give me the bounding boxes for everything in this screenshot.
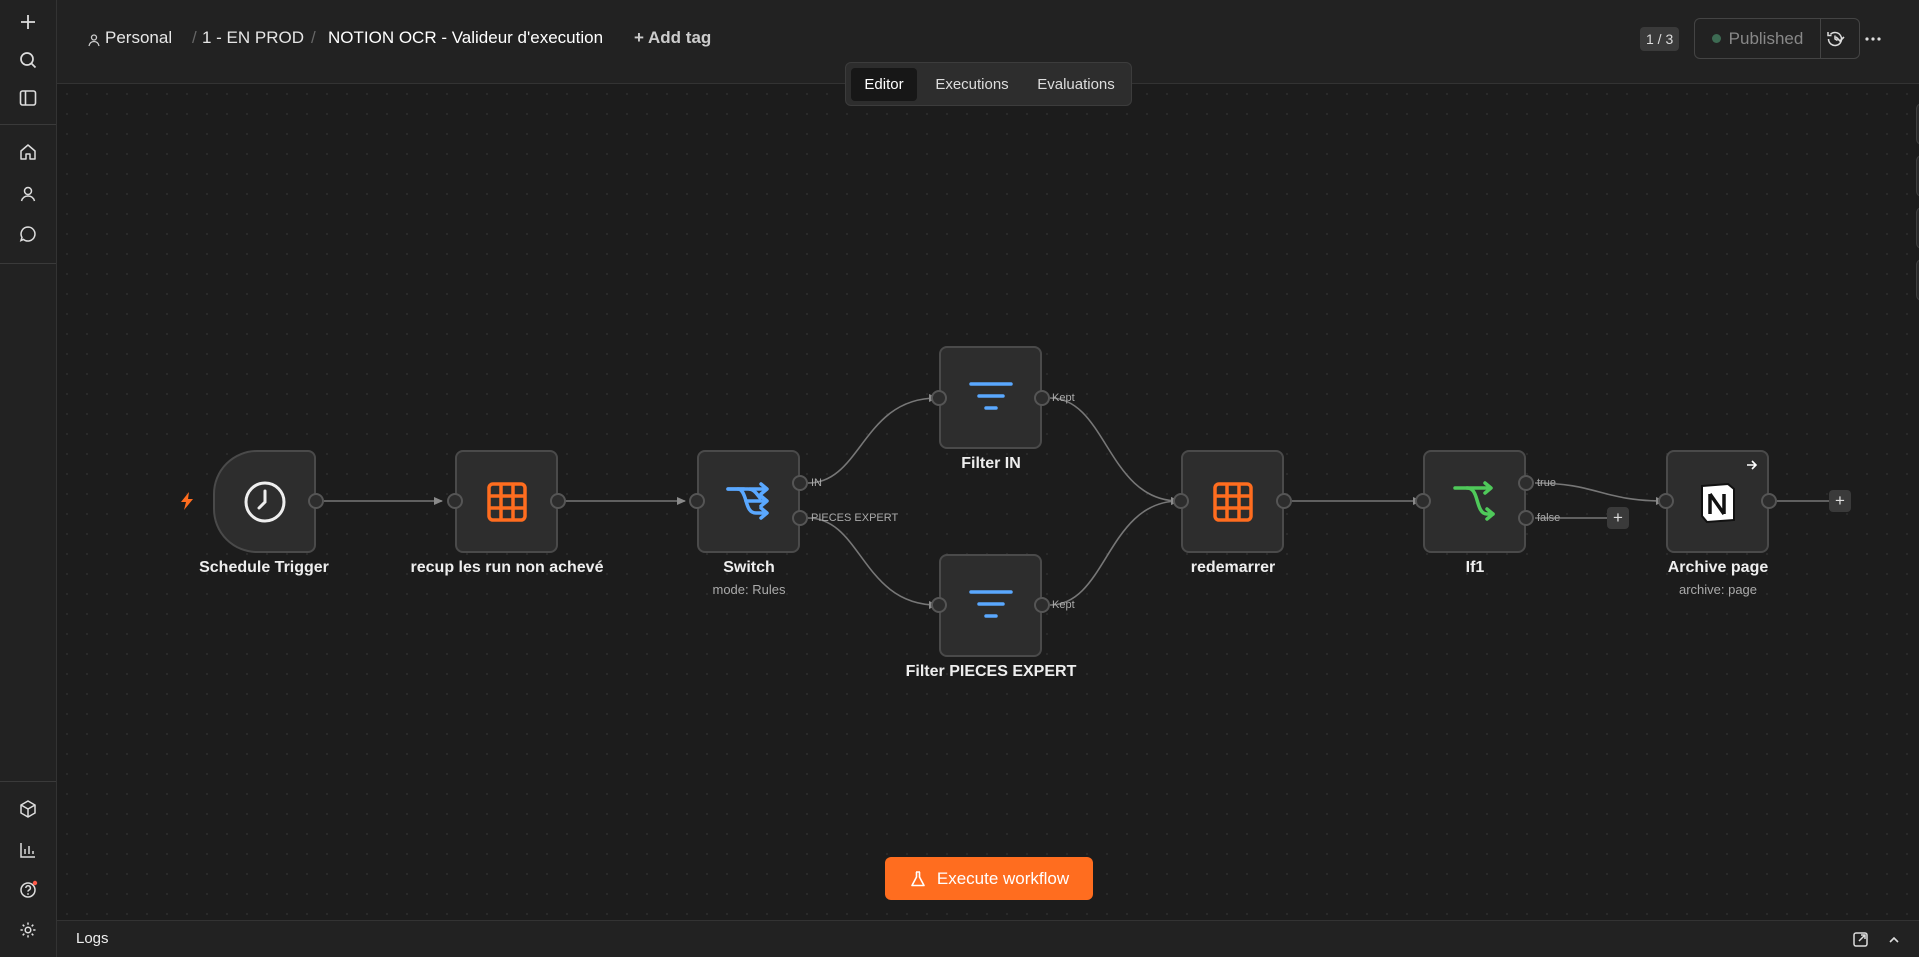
clock-icon bbox=[244, 481, 285, 522]
output-handle[interactable] bbox=[550, 493, 566, 509]
published-button[interactable]: Published bbox=[1695, 19, 1821, 58]
node-label: Archive page bbox=[1667, 559, 1769, 576]
connection-filter-in-redemarrer bbox=[1049, 397, 1180, 505]
connections bbox=[324, 394, 1830, 609]
output-handle-pieces-expert[interactable] bbox=[792, 510, 808, 526]
connection-filter-pieces-redemarrer bbox=[1049, 497, 1180, 606]
input-handle[interactable] bbox=[931, 597, 947, 613]
node-archive-page[interactable] bbox=[1666, 450, 1769, 553]
version-counter: 1 / 3 bbox=[1640, 27, 1680, 51]
help-icon[interactable] bbox=[11, 873, 45, 907]
node-subtitle: archive: page bbox=[1678, 582, 1758, 597]
input-handle[interactable] bbox=[1173, 493, 1189, 509]
filter-icon bbox=[968, 381, 1013, 410]
chat-icon[interactable] bbox=[11, 217, 45, 251]
output-handle[interactable] bbox=[308, 493, 324, 509]
input-handle[interactable] bbox=[1658, 493, 1674, 509]
switch-icon bbox=[725, 481, 769, 520]
notion-icon bbox=[1700, 482, 1735, 523]
output-handle[interactable] bbox=[1034, 597, 1050, 613]
flask-icon bbox=[911, 870, 925, 886]
node-redemarrer[interactable] bbox=[1181, 450, 1284, 553]
handle-label-true: true bbox=[1537, 477, 1556, 489]
search-icon[interactable] bbox=[11, 43, 45, 77]
home-icon[interactable] bbox=[11, 135, 45, 169]
handle-label-kept: Kept bbox=[1052, 392, 1075, 404]
node-label: Switch bbox=[723, 559, 775, 576]
more-options-icon[interactable] bbox=[1856, 22, 1890, 56]
add-icon[interactable] bbox=[11, 5, 45, 39]
templates-icon[interactable] bbox=[11, 792, 45, 826]
publish-status: Published bbox=[1728, 28, 1804, 48]
logs-panel[interactable]: Logs bbox=[57, 920, 1919, 957]
arrow-right-icon bbox=[1747, 460, 1758, 470]
output-handle-in[interactable] bbox=[792, 475, 808, 491]
settings-icon[interactable] bbox=[11, 913, 45, 947]
logs-label: Logs bbox=[76, 930, 109, 947]
add-node-button[interactable]: + bbox=[1829, 490, 1851, 512]
node-label: Filter PIECES EXPERT bbox=[905, 663, 1077, 680]
if-icon bbox=[1452, 480, 1495, 521]
lightning-icon bbox=[181, 492, 193, 510]
node-filter-in[interactable] bbox=[939, 346, 1042, 449]
execute-workflow-button[interactable]: Execute workflow bbox=[885, 857, 1093, 900]
breadcrumb-folder[interactable]: 1 - EN PROD bbox=[202, 28, 304, 48]
left-sidebar bbox=[0, 0, 57, 957]
execute-workflow-label: Execute workflow bbox=[936, 868, 1070, 888]
chevron-up-icon[interactable] bbox=[1887, 933, 1901, 947]
insights-icon[interactable] bbox=[11, 833, 45, 867]
input-handle[interactable] bbox=[689, 493, 705, 509]
handle-label-pieces-expert: PIECES EXPERT bbox=[811, 512, 899, 524]
workflow-canvas[interactable]: Schedule Trigger recup les run non achev… bbox=[57, 84, 1919, 920]
status-dot bbox=[1711, 34, 1721, 43]
node-label: recup les run non achevé bbox=[410, 559, 604, 576]
input-handle[interactable] bbox=[1415, 493, 1431, 509]
add-tag-button[interactable]: + Add tag bbox=[634, 28, 711, 48]
output-handle[interactable] bbox=[1761, 493, 1777, 509]
sidebar-toggle-icon[interactable] bbox=[11, 81, 45, 115]
output-handle-true[interactable] bbox=[1518, 475, 1534, 491]
table-icon bbox=[486, 481, 527, 522]
handle-label-in: IN bbox=[811, 477, 822, 489]
node-schedule-trigger[interactable] bbox=[213, 450, 316, 553]
handle-label-kept: Kept bbox=[1052, 599, 1075, 611]
output-handle-false[interactable] bbox=[1518, 510, 1534, 526]
table-icon bbox=[1212, 481, 1253, 522]
user-icon[interactable] bbox=[11, 177, 45, 211]
breadcrumb-project[interactable]: Personal bbox=[105, 28, 172, 48]
tab-executions[interactable]: Executions bbox=[922, 68, 1022, 101]
view-tabs: Editor Executions Evaluations bbox=[845, 62, 1132, 106]
handle-label-false: false bbox=[1537, 512, 1561, 524]
person-icon bbox=[88, 34, 100, 47]
output-handle[interactable] bbox=[1034, 390, 1050, 406]
node-subtitle: mode: Rules bbox=[712, 582, 786, 597]
node-switch[interactable] bbox=[697, 450, 800, 553]
input-handle[interactable] bbox=[447, 493, 463, 509]
workflow-name[interactable]: NOTION OCR - Valideur d'execution bbox=[328, 28, 603, 48]
input-handle[interactable] bbox=[931, 390, 947, 406]
node-label: Filter IN bbox=[961, 455, 1021, 472]
node-recup-les-run[interactable] bbox=[455, 450, 558, 553]
tab-evaluations[interactable]: Evaluations bbox=[1025, 68, 1127, 101]
pop-out-icon[interactable] bbox=[1852, 931, 1869, 948]
add-node-button[interactable]: + bbox=[1607, 507, 1629, 529]
node-label: If1 bbox=[1465, 559, 1485, 576]
history-icon[interactable] bbox=[1818, 22, 1852, 56]
node-filter-pieces-expert[interactable] bbox=[939, 554, 1042, 657]
tab-editor[interactable]: Editor bbox=[851, 68, 917, 101]
filter-icon bbox=[968, 589, 1013, 618]
node-if1[interactable] bbox=[1423, 450, 1526, 553]
node-label: Schedule Trigger bbox=[199, 559, 329, 576]
node-label: redemarrer bbox=[1190, 559, 1276, 576]
output-handle[interactable] bbox=[1276, 493, 1292, 509]
